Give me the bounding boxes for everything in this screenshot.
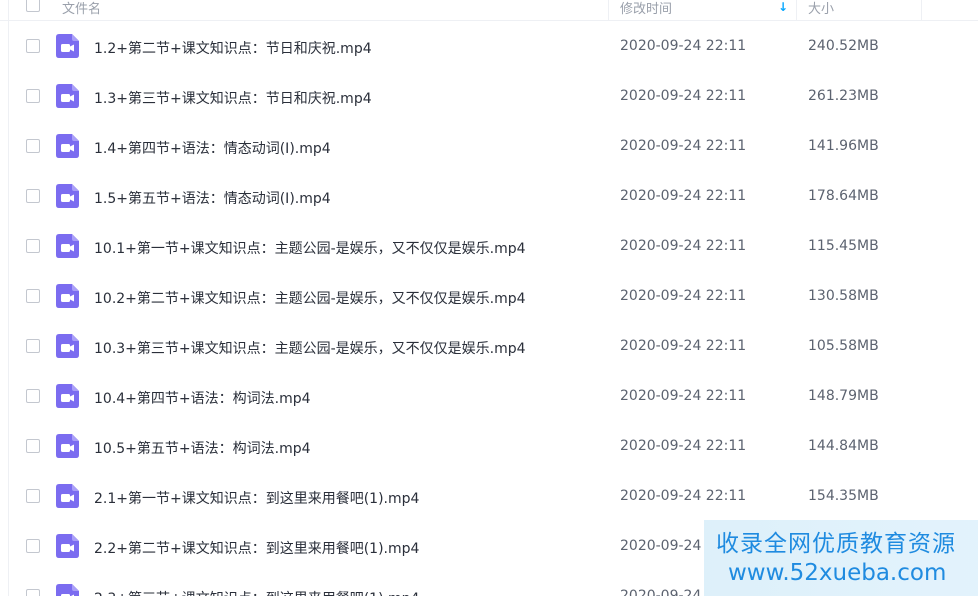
column-header-size[interactable]: 大小	[808, 0, 834, 17]
file-size: 141.96MB	[808, 138, 879, 154]
video-file-icon	[56, 134, 79, 158]
video-file-icon	[56, 34, 79, 58]
file-modified-time: 2020-09-24 22:11	[620, 138, 747, 154]
row-checkbox[interactable]	[26, 139, 40, 153]
file-row[interactable]: 10.3+第三节+课文知识点：主题公园-是娱乐，又不仅仅是娱乐.mp4 2020-…	[10, 321, 978, 371]
select-all-checkbox[interactable]	[26, 0, 40, 12]
column-header-modified[interactable]: 修改时间	[620, 0, 672, 17]
file-row[interactable]: 10.2+第二节+课文知识点：主题公园-是娱乐，又不仅仅是娱乐.mp4 2020-…	[10, 271, 978, 321]
file-name[interactable]: 2.2+第二节+课文知识点：到这里来用餐吧(1).mp4	[94, 538, 419, 558]
row-checkbox[interactable]	[26, 239, 40, 253]
file-modified-time: 2020-09-24	[620, 538, 702, 554]
file-list-header: 文件名 修改时间 ↓ 大小	[0, 0, 978, 21]
file-list-page: 文件名 修改时间 ↓ 大小 1.2+第二节+课文知识点：节日和庆祝.mp4 202…	[0, 0, 978, 596]
file-modified-time: 2020-09-24	[620, 588, 702, 596]
file-size: 105.58MB	[808, 338, 879, 354]
file-name[interactable]: 1.4+第四节+语法：情态动词(I).mp4	[94, 138, 331, 158]
file-name[interactable]: 10.5+第五节+语法：构词法.mp4	[94, 438, 311, 458]
file-size: 130.58MB	[808, 288, 879, 304]
file-row[interactable]: 10.1+第一节+课文知识点：主题公园-是娱乐，又不仅仅是娱乐.mp4 2020-…	[10, 221, 978, 271]
file-name[interactable]: 2.1+第一节+课文知识点：到这里来用餐吧(1).mp4	[94, 488, 419, 508]
file-size: 115.45MB	[808, 238, 879, 254]
file-modified-time: 2020-09-24 22:11	[620, 288, 747, 304]
video-file-icon	[56, 384, 79, 408]
row-checkbox[interactable]	[26, 339, 40, 353]
row-checkbox[interactable]	[26, 289, 40, 303]
row-checkbox[interactable]	[26, 39, 40, 53]
file-modified-time: 2020-09-24 22:11	[620, 238, 747, 254]
file-modified-time: 2020-09-24 22:11	[620, 188, 747, 204]
row-checkbox[interactable]	[26, 89, 40, 103]
video-file-icon	[56, 584, 79, 596]
row-checkbox[interactable]	[26, 189, 40, 203]
file-name[interactable]: 10.2+第二节+课文知识点：主题公园-是娱乐，又不仅仅是娱乐.mp4	[94, 288, 526, 308]
video-file-icon	[56, 284, 79, 308]
file-name[interactable]: 10.3+第三节+课文知识点：主题公园-是娱乐，又不仅仅是娱乐.mp4	[94, 338, 526, 358]
row-checkbox[interactable]	[26, 589, 40, 596]
video-file-icon	[56, 334, 79, 358]
file-name[interactable]: 2.3+第三节+课文知识点：到这里来用餐吧(1).mp4	[94, 588, 419, 596]
watermark-slogan: 收录全网优质教育资源	[716, 531, 956, 557]
file-size: 144.84MB	[808, 438, 879, 454]
file-row[interactable]: 1.2+第二节+课文知识点：节日和庆祝.mp4 2020-09-24 22:11 2…	[10, 21, 978, 71]
column-header-name[interactable]: 文件名	[62, 0, 101, 17]
file-name[interactable]: 10.1+第一节+课文知识点：主题公园-是娱乐，又不仅仅是娱乐.mp4	[94, 238, 526, 258]
watermark-banner: 收录全网优质教育资源 www.52xueba.com	[704, 520, 978, 596]
column-divider[interactable]	[796, 0, 797, 20]
sort-arrow-icon[interactable]: ↓	[776, 0, 790, 14]
file-modified-time: 2020-09-24 22:11	[620, 88, 747, 104]
file-modified-time: 2020-09-24 22:11	[620, 438, 747, 454]
row-checkbox[interactable]	[26, 539, 40, 553]
file-modified-time: 2020-09-24 22:11	[620, 488, 747, 504]
row-checkbox[interactable]	[26, 489, 40, 503]
file-name[interactable]: 1.3+第三节+课文知识点：节日和庆祝.mp4	[94, 88, 372, 108]
file-size: 154.35MB	[808, 488, 879, 504]
file-modified-time: 2020-09-24 22:11	[620, 338, 747, 354]
column-divider[interactable]	[921, 0, 922, 20]
file-row[interactable]: 1.4+第四节+语法：情态动词(I).mp4 2020-09-24 22:11 14…	[10, 121, 978, 171]
video-file-icon	[56, 434, 79, 458]
file-row[interactable]: 1.5+第五节+语法：情态动词(I).mp4 2020-09-24 22:11 17…	[10, 171, 978, 221]
watermark-url: www.52xueba.com	[728, 560, 947, 586]
file-name[interactable]: 1.5+第五节+语法：情态动词(I).mp4	[94, 188, 331, 208]
video-file-icon	[56, 184, 79, 208]
file-size: 240.52MB	[808, 38, 879, 54]
video-file-icon	[56, 534, 79, 558]
file-row[interactable]: 10.5+第五节+语法：构词法.mp4 2020-09-24 22:11 144.8…	[10, 421, 978, 471]
row-checkbox[interactable]	[26, 389, 40, 403]
video-file-icon	[56, 234, 79, 258]
row-checkbox[interactable]	[26, 439, 40, 453]
left-divider	[8, 0, 9, 596]
video-file-icon	[56, 84, 79, 108]
file-modified-time: 2020-09-24 22:11	[620, 38, 747, 54]
file-modified-time: 2020-09-24 22:11	[620, 388, 747, 404]
file-size: 178.64MB	[808, 188, 879, 204]
file-row[interactable]: 2.1+第一节+课文知识点：到这里来用餐吧(1).mp4 2020-09-24 2…	[10, 471, 978, 521]
file-name[interactable]: 10.4+第四节+语法：构词法.mp4	[94, 388, 311, 408]
file-row[interactable]: 1.3+第三节+课文知识点：节日和庆祝.mp4 2020-09-24 22:11 2…	[10, 71, 978, 121]
file-size: 148.79MB	[808, 388, 879, 404]
video-file-icon	[56, 484, 79, 508]
file-row[interactable]: 10.4+第四节+语法：构词法.mp4 2020-09-24 22:11 148.7…	[10, 371, 978, 421]
file-name[interactable]: 1.2+第二节+课文知识点：节日和庆祝.mp4	[94, 38, 372, 58]
file-size: 261.23MB	[808, 88, 879, 104]
column-divider[interactable]	[608, 0, 609, 20]
